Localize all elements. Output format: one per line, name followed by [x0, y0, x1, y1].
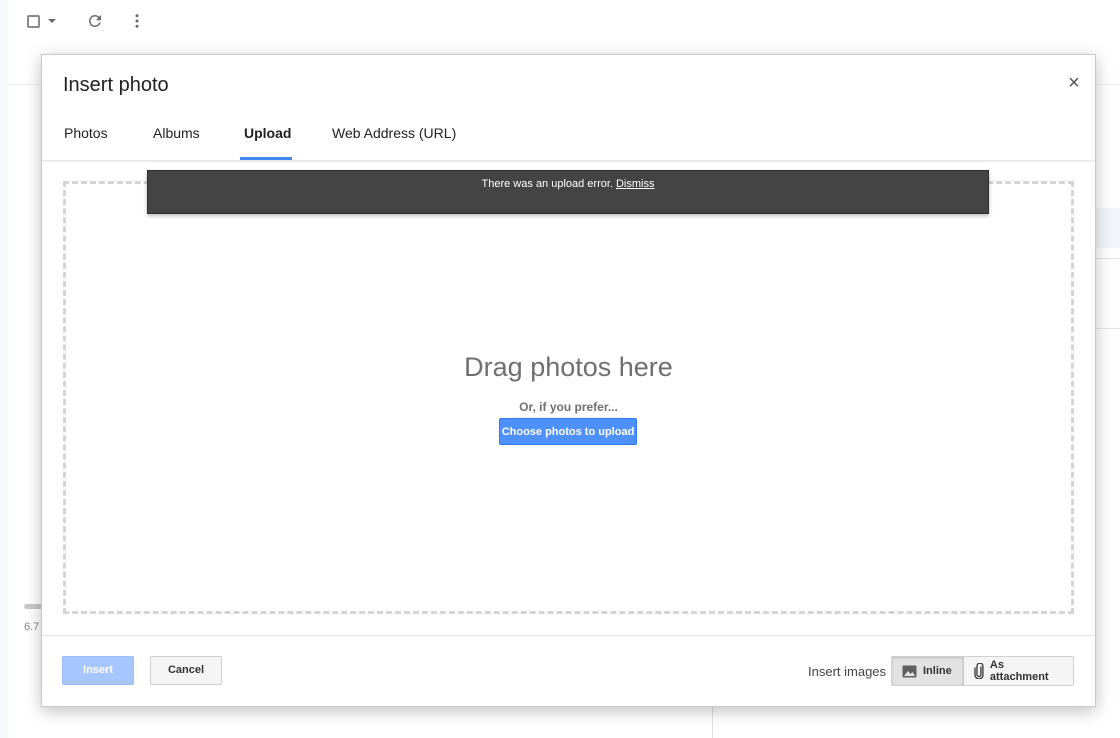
left-strip [0, 0, 8, 738]
attachment-label: As attachment [989, 659, 1049, 683]
insert-images-label: Insert images [808, 664, 887, 679]
dismiss-link[interactable]: Dismiss [616, 178, 655, 190]
as-attachment-button[interactable]: As attachment [964, 657, 1073, 685]
checkbox-icon[interactable] [27, 14, 40, 28]
insert-button[interactable]: Insert [62, 656, 134, 685]
right-panel-divider [1094, 328, 1120, 329]
close-icon[interactable]: × [1064, 73, 1084, 93]
footer-divider [42, 635, 1095, 636]
compose-window-edge [712, 706, 1120, 738]
tab-albums[interactable]: Albums [153, 125, 200, 155]
prefer-text: Or, if you prefer... [519, 400, 618, 414]
cancel-button[interactable]: Cancel [150, 656, 222, 685]
insert-photo-dialog: Insert photo × Photos Albums Upload Web … [41, 54, 1096, 707]
inline-label: Inline [923, 665, 952, 677]
drop-zone[interactable]: Drag photos here Or, if you prefer... Ch… [63, 181, 1074, 614]
tab-bar-shadow [42, 160, 1095, 163]
mail-toolbar [10, 0, 146, 42]
dialog-title: Insert photo [63, 74, 169, 96]
error-message: There was an upload error. [481, 178, 613, 190]
tab-web-address[interactable]: Web Address (URL) [332, 125, 456, 155]
right-panel-item [1094, 208, 1120, 248]
insert-mode-toggle: Inline As attachment [891, 656, 1074, 686]
choose-photos-button[interactable]: Choose photos to upload [499, 418, 637, 445]
storage-text: 6.7 [24, 621, 40, 633]
image-icon [902, 665, 917, 677]
inline-button[interactable]: Inline [892, 657, 964, 685]
right-panel-divider [1094, 258, 1120, 259]
refresh-icon[interactable] [86, 12, 104, 30]
paperclip-icon [974, 663, 984, 679]
drag-photos-heading: Drag photos here [464, 352, 673, 382]
tab-photos[interactable]: Photos [64, 125, 108, 155]
caret-down-icon[interactable] [48, 19, 56, 23]
more-vert-icon[interactable] [128, 12, 146, 30]
tab-bar: Photos Albums Upload Web Address (URL) [42, 117, 1095, 161]
upload-error-banner: There was an upload error. Dismiss [147, 170, 989, 214]
tab-upload[interactable]: Upload [244, 125, 291, 155]
